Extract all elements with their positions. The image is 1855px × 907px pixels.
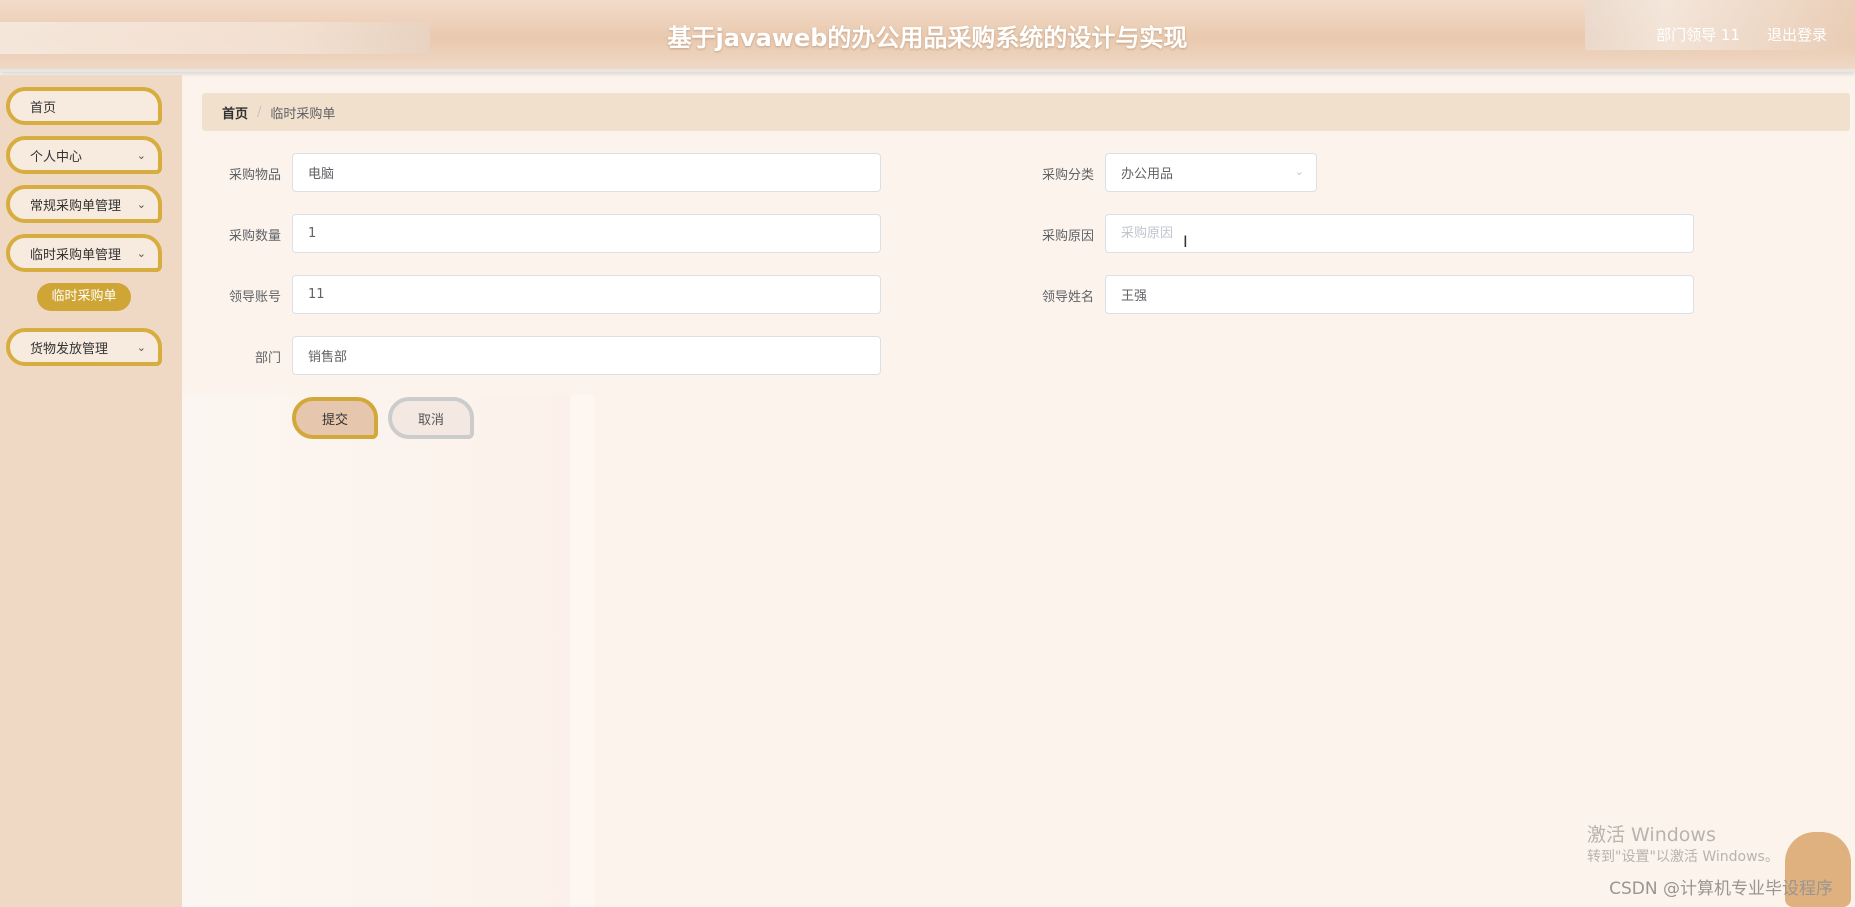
category-label: 采购分类 — [1041, 168, 1094, 183]
reason-label: 采购原因 — [1041, 229, 1094, 244]
breadcrumb-current: 临时采购单 — [270, 106, 336, 122]
sidebar-item-label: 常规采购单管理 — [30, 198, 122, 214]
item-label: 采购物品 — [228, 168, 281, 183]
sidebar: 首页 个人中心 ⌄ 常规采购单管理 ⌄ 临时采购单管理 ⌄ 临时采购单 货物发放… — [0, 75, 182, 907]
leader-name-input[interactable] — [1105, 275, 1694, 314]
logout-link[interactable]: 退出登录 — [1767, 24, 1827, 45]
sidebar-item-personal-center[interactable]: 个人中心 ⌄ — [6, 136, 162, 174]
current-user-label: 部门领导 11 — [1656, 26, 1740, 44]
chevron-down-icon: ⌄ — [136, 247, 146, 260]
department-label: 部门 — [254, 351, 281, 366]
windows-activation-title: 激活 Windows — [1587, 824, 1716, 846]
item-input[interactable] — [292, 153, 881, 192]
sidebar-item-goods-distribution[interactable]: 货物发放管理 ⌄ — [6, 328, 162, 366]
background-decoration — [182, 395, 594, 907]
breadcrumb: 首页 / 临时采购单 — [202, 93, 1850, 131]
chevron-down-icon: ⌄ — [136, 149, 146, 162]
category-selected-value: 办公用品 — [1121, 167, 1174, 182]
chevron-down-icon: ⌄ — [1294, 165, 1304, 178]
sidebar-subitem-temp-purchase-order[interactable]: 临时采购单 — [37, 283, 131, 311]
text-cursor-icon: I — [1183, 232, 1188, 251]
windows-activation-subtitle: 转到"设置"以激活 Windows。 — [1587, 849, 1779, 865]
department-input[interactable] — [292, 336, 881, 375]
top-header: 基于javaweb的办公用品采购系统的设计与实现 部门领导 11 退出登录 — [0, 0, 1855, 72]
sidebar-item-temp-purchase[interactable]: 临时采购单管理 ⌄ — [6, 234, 162, 272]
sidebar-item-label: 首页 — [30, 100, 57, 116]
leader-account-label: 领导账号 — [228, 290, 281, 305]
chevron-down-icon: ⌄ — [136, 198, 146, 211]
category-select[interactable]: 办公用品 ⌄ — [1105, 153, 1317, 192]
quantity-input[interactable] — [292, 214, 881, 253]
sidebar-item-label: 临时采购单管理 — [30, 247, 122, 263]
chevron-down-icon: ⌄ — [136, 341, 146, 354]
leader-account-input[interactable] — [292, 275, 881, 314]
quantity-label: 采购数量 — [228, 229, 281, 244]
cancel-button[interactable]: 取消 — [388, 397, 474, 439]
sidebar-item-regular-purchase[interactable]: 常规采购单管理 ⌄ — [6, 185, 162, 223]
submit-button[interactable]: 提交 — [292, 397, 378, 439]
csdn-watermark: CSDN @计算机专业毕设程序 — [1609, 879, 1833, 899]
sidebar-item-home[interactable]: 首页 — [6, 87, 162, 125]
sidebar-item-label: 个人中心 — [30, 149, 83, 165]
breadcrumb-separator: / — [257, 104, 262, 120]
sidebar-item-label: 货物发放管理 — [30, 341, 109, 357]
leader-name-label: 领导姓名 — [1041, 290, 1094, 305]
breadcrumb-home[interactable]: 首页 — [222, 103, 248, 122]
app-title: 基于javaweb的办公用品采购系统的设计与实现 — [667, 24, 1188, 52]
reason-input[interactable] — [1105, 214, 1694, 253]
